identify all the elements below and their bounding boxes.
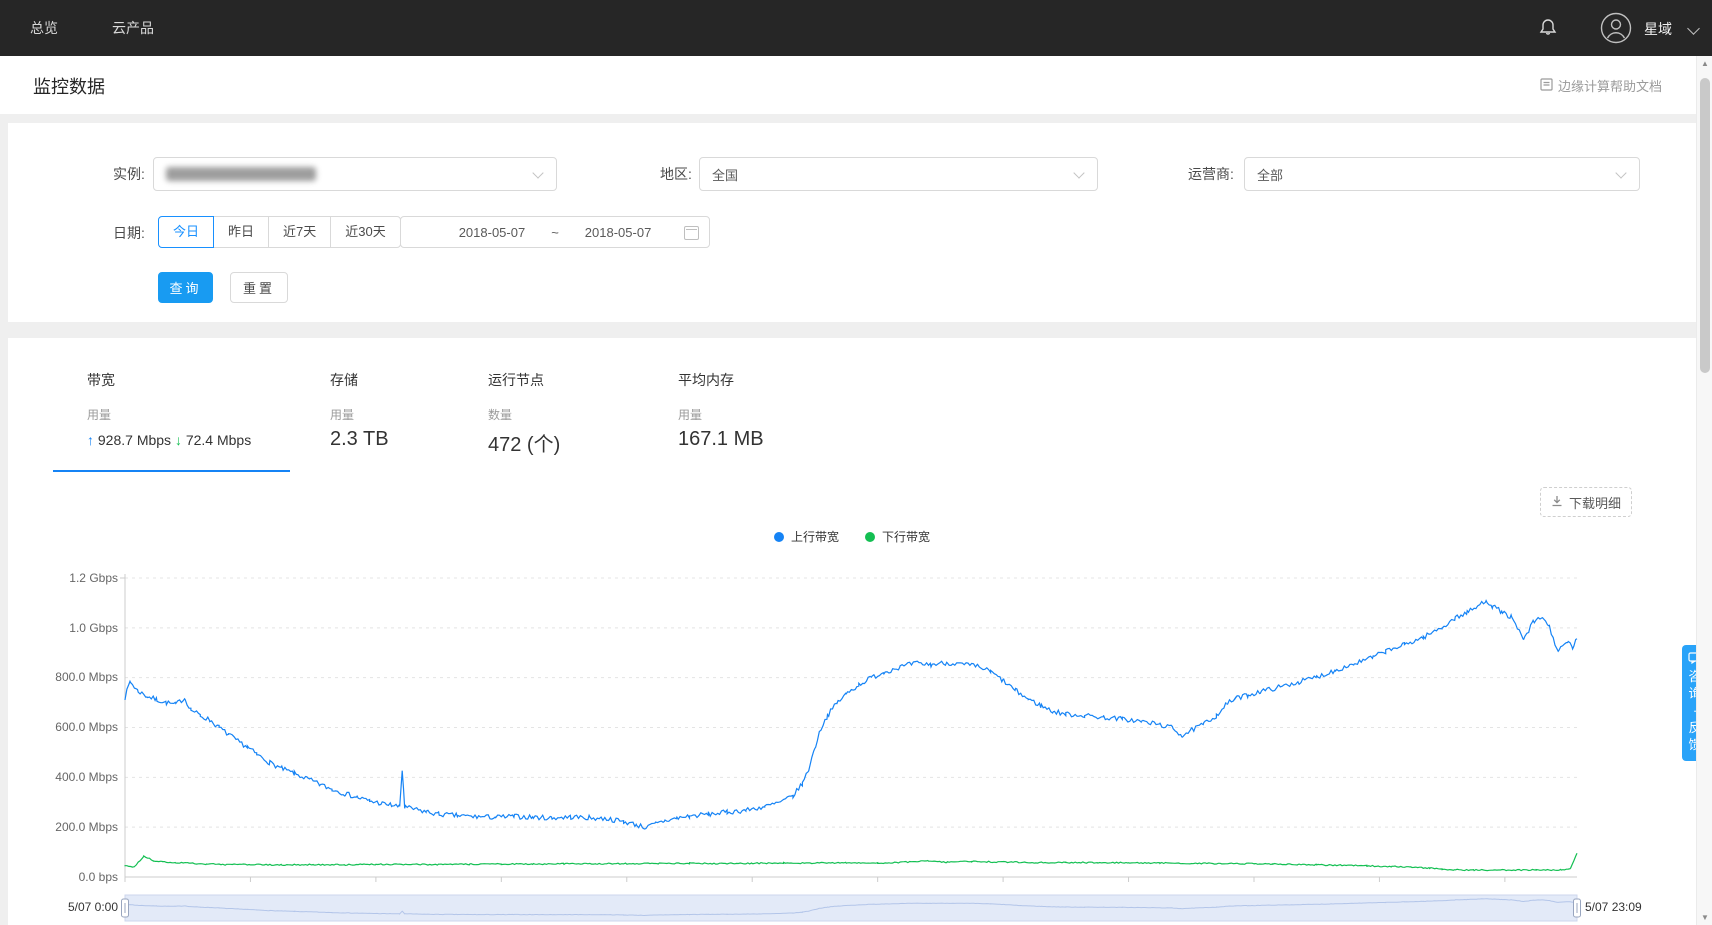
scrollbar-thumb[interactable] (1700, 78, 1710, 373)
top-nav: 总览 云产品 星域 (0, 0, 1712, 56)
carrier-label: 运营商: (1188, 164, 1234, 184)
chevron-down-icon (1687, 22, 1700, 35)
date-preset-group: 今日 昨日 近7天 近30天 (158, 216, 401, 248)
date-start-value: 2018-05-07 (459, 225, 526, 240)
datazoom-end-label: 5/07 23:09 (1585, 899, 1642, 915)
scroll-down-arrow[interactable]: ▼ (1697, 913, 1712, 922)
date-preset-7days[interactable]: 近7天 (268, 216, 331, 248)
document-icon (1540, 78, 1553, 94)
carrier-select[interactable]: 全部 (1244, 157, 1640, 191)
username[interactable]: 星域 (1644, 19, 1672, 39)
instance-label: 实例: (113, 164, 145, 184)
date-range-input[interactable]: 2018-05-07 ~ 2018-05-07 (400, 216, 710, 248)
help-doc-link[interactable]: 边缘计算帮助文档 (1540, 76, 1662, 95)
carrier-select-value: 全部 (1257, 165, 1283, 184)
page-title: 监控数据 (33, 73, 105, 99)
download-series-line (125, 853, 1577, 870)
user-avatar[interactable] (1600, 12, 1632, 44)
nav-item-overview[interactable]: 总览 (30, 18, 58, 38)
monitor-panel: 带宽 用量 ↑ 928.7 Mbps ↓ 72.4 Mbps 存储 用量 2.3… (8, 338, 1696, 925)
notifications-bell-icon[interactable] (1536, 16, 1560, 40)
help-doc-link-label: 边缘计算帮助文档 (1558, 76, 1662, 95)
upload-series-line (125, 601, 1577, 829)
page-root: 总览 云产品 星域 监控数据 边缘计算帮助文档 实例: (0, 0, 1712, 925)
instance-select[interactable] (153, 157, 557, 191)
date-preset-30days[interactable]: 近30天 (330, 216, 400, 248)
page-scrollbar[interactable]: ▲ ▼ (1696, 56, 1712, 925)
date-separator: ~ (551, 225, 559, 240)
filter-panel: 实例: 地区: 全国 运营商: 全部 日期: 今日 昨日 近7天 近30天 20… (8, 123, 1696, 322)
chevron-down-icon (1615, 167, 1626, 178)
region-select-value: 全国 (712, 165, 738, 184)
datazoom-brush[interactable] (125, 895, 1577, 921)
region-select[interactable]: 全国 (699, 157, 1098, 191)
bandwidth-chart[interactable] (0, 338, 1712, 925)
date-end-value: 2018-05-07 (585, 225, 652, 240)
chevron-down-icon (532, 167, 543, 178)
date-preset-yesterday[interactable]: 昨日 (213, 216, 269, 248)
page-header-bar: 监控数据 边缘计算帮助文档 (0, 56, 1712, 114)
chevron-down-icon (1073, 167, 1084, 178)
calendar-icon (684, 226, 699, 240)
scroll-up-arrow[interactable]: ▲ (1697, 59, 1712, 68)
nav-item-cloud-products[interactable]: 云产品 (112, 18, 154, 38)
date-label: 日期: (113, 223, 145, 243)
query-button[interactable]: 查询 (158, 272, 213, 303)
region-label: 地区: (660, 164, 692, 184)
datazoom-start-label: 5/07 0:00 (18, 899, 118, 915)
instance-value-redacted (166, 167, 316, 181)
date-preset-today[interactable]: 今日 (158, 216, 214, 248)
reset-button[interactable]: 重置 (230, 272, 288, 303)
